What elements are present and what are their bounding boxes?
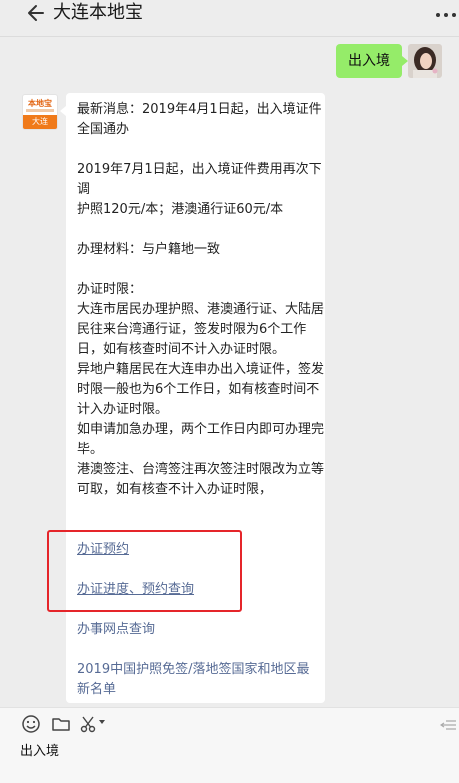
more-icon[interactable]: [433, 10, 459, 20]
chat-title: 大连本地宝: [53, 2, 143, 23]
scissors-icon[interactable]: [79, 714, 99, 734]
avatar-city-label: 大连: [23, 115, 57, 129]
message-paragraph: 2019年7月1日起，出入境证件费用再次下调 护照120元/本；港澳通行证60元…: [77, 162, 322, 217]
user-avatar[interactable]: [408, 44, 442, 78]
highlight-box-links: [47, 530, 242, 612]
message-paragraph: 办证时限： 大连市居民办理护照、港澳通行证、大陆居民往来台湾通行证，签发时限为6…: [77, 282, 325, 497]
title-bar: 大连本地宝: [0, 0, 459, 34]
folder-icon[interactable]: [51, 714, 71, 734]
back-arrow-icon[interactable]: [26, 3, 46, 23]
message-paragraph: 最新消息：2019年4月1日起，出入境证件全国通办: [77, 102, 322, 137]
collapse-icon[interactable]: [440, 718, 456, 732]
avatar-logo-underline: [26, 109, 54, 112]
bot-avatar[interactable]: 本地宝 大连: [22, 94, 58, 130]
message-paragraph: 办理材料：与户籍地一致: [77, 242, 221, 257]
message-input[interactable]: [0, 738, 459, 783]
link-visa-free-list[interactable]: 2019中国护照免签/落地签国家和地区最新名单: [77, 660, 317, 700]
user-message-bubble[interactable]: 出入境: [336, 44, 408, 78]
link-service-points[interactable]: 办事网点查询: [77, 620, 155, 640]
input-toolbar: 出入境: [0, 707, 459, 783]
emoji-icon[interactable]: [21, 714, 41, 734]
header-divider: [0, 36, 459, 37]
bot-message-text: 最新消息：2019年4月1日起，出入境证件全国通办 2019年7月1日起，出入境…: [77, 100, 325, 500]
message-input-text[interactable]: 出入境: [20, 742, 59, 762]
avatar-logo-text: 本地宝: [28, 99, 52, 108]
chevron-down-icon[interactable]: [99, 719, 105, 725]
